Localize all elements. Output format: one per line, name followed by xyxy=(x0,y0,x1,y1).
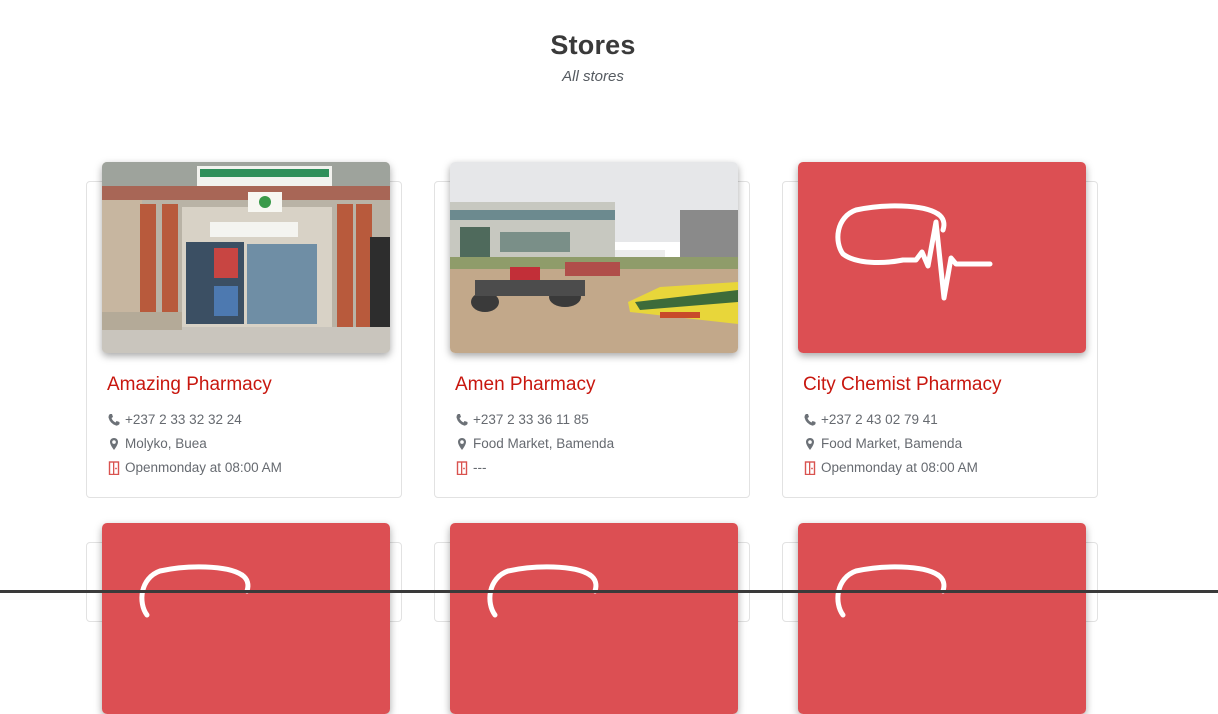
store-phone: +237 2 33 36 11 85 xyxy=(455,412,589,427)
store-name[interactable]: Amen Pharmacy xyxy=(455,374,595,396)
store-address-text: Food Market, Bamenda xyxy=(821,436,963,451)
store-hours-text: Openmonday at 08:00 AM xyxy=(821,460,978,475)
heartbeat-logo xyxy=(798,162,1086,353)
phone-icon xyxy=(456,413,468,426)
store-hours: --- xyxy=(455,460,487,475)
street-photo xyxy=(450,162,738,353)
store-name[interactable]: City Chemist Pharmacy xyxy=(803,374,1002,396)
store-phone: +237 2 33 32 32 24 xyxy=(107,412,242,427)
door-open-icon xyxy=(804,460,816,475)
store-card[interactable] xyxy=(782,523,1098,714)
page-subtitle: All stores xyxy=(562,68,624,85)
store-card[interactable] xyxy=(434,523,750,714)
map-pin-icon xyxy=(110,437,118,450)
store-name[interactable]: Amazing Pharmacy xyxy=(107,374,272,396)
store-image[interactable] xyxy=(798,523,1086,714)
map-pin-icon xyxy=(806,437,814,450)
store-card[interactable] xyxy=(86,523,402,714)
heartbeat-logo xyxy=(798,523,1086,714)
storefront-photo xyxy=(102,162,390,353)
store-image[interactable] xyxy=(450,523,738,714)
store-phone: +237 2 43 02 79 41 xyxy=(803,412,938,427)
store-card[interactable]: Amazing Pharmacy +237 2 33 32 32 24 Moly… xyxy=(86,162,402,498)
store-card[interactable]: City Chemist Pharmacy +237 2 43 02 79 41… xyxy=(782,162,1098,498)
map-pin-icon xyxy=(458,437,466,450)
store-address: Food Market, Bamenda xyxy=(455,436,614,451)
store-image[interactable] xyxy=(450,162,738,353)
store-address: Food Market, Bamenda xyxy=(803,436,962,451)
phone-icon xyxy=(108,413,120,426)
heartbeat-logo xyxy=(102,523,390,714)
page-title: Stores xyxy=(550,30,636,60)
store-phone-text: +237 2 33 36 11 85 xyxy=(473,412,589,427)
store-hours: Openmonday at 08:00 AM xyxy=(803,460,978,475)
store-address-text: Food Market, Bamenda xyxy=(473,436,615,451)
store-hours: Openmonday at 08:00 AM xyxy=(107,460,282,475)
heartbeat-logo xyxy=(450,523,738,714)
store-address: Molyko, Buea xyxy=(107,436,207,451)
store-card[interactable]: Amen Pharmacy +237 2 33 36 11 85 Food Ma… xyxy=(434,162,750,498)
store-address-text: Molyko, Buea xyxy=(125,436,207,451)
store-image[interactable] xyxy=(102,162,390,353)
store-image[interactable] xyxy=(102,523,390,714)
store-image[interactable] xyxy=(798,162,1086,353)
store-phone-text: +237 2 43 02 79 41 xyxy=(821,412,938,427)
door-open-icon xyxy=(456,460,468,475)
phone-icon xyxy=(804,413,816,426)
store-hours-text: --- xyxy=(473,460,487,475)
store-hours-text: Openmonday at 08:00 AM xyxy=(125,460,282,475)
door-open-icon xyxy=(108,460,120,475)
store-phone-text: +237 2 33 32 32 24 xyxy=(125,412,242,427)
